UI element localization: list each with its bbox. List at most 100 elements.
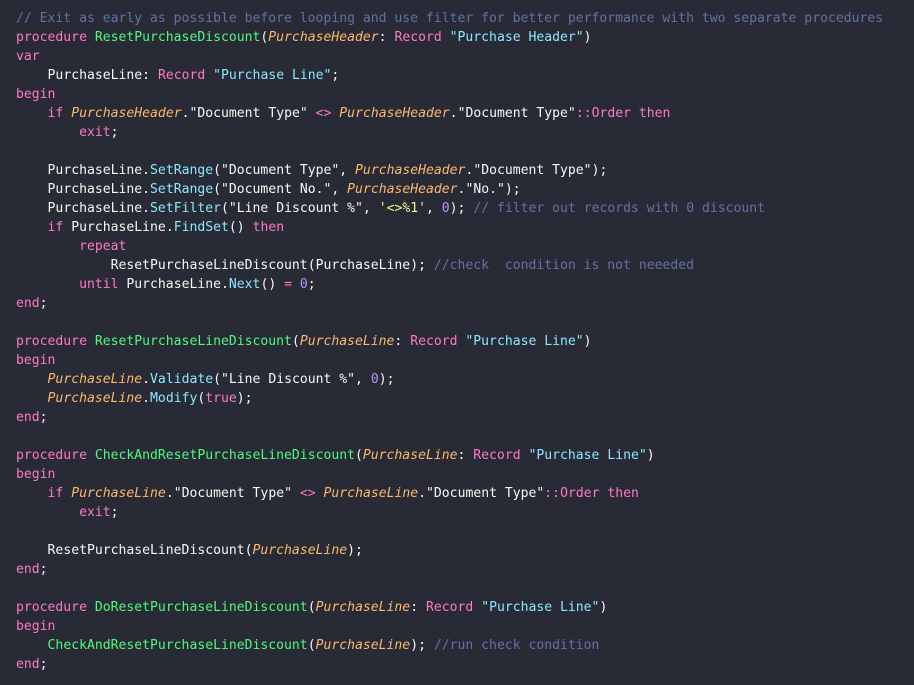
code-token-keyword: if — [47, 106, 64, 121]
code-line[interactable]: begin — [16, 85, 914, 104]
code-line[interactable] — [16, 313, 914, 332]
code-token-method: SetRange — [150, 163, 214, 178]
code-token-ident: PurchaseLine — [71, 220, 166, 235]
code-token-number: 0 — [299, 277, 308, 292]
code-token-punct: ) — [583, 334, 592, 349]
code-token-keyword: if — [47, 486, 64, 501]
code-token-method: SetFilter — [150, 201, 221, 216]
code-token-param: PurchaseHeader — [339, 106, 450, 121]
code-line[interactable]: exit; — [16, 503, 914, 522]
code-token-punct: , — [339, 163, 356, 178]
code-token-ident: PurchaseLine — [47, 163, 143, 178]
code-line[interactable]: var — [16, 47, 914, 66]
code-line[interactable]: PurchaseLine.SetFilter("Line Discount %"… — [16, 199, 914, 218]
code-line[interactable]: PurchaseLine.Validate("Line Discount %",… — [16, 370, 914, 389]
code-token-keyword: Record — [425, 600, 474, 615]
code-token-punct: ( — [291, 334, 300, 349]
code-token-comment: //run check condition — [433, 638, 600, 653]
code-token-operator: = — [284, 277, 292, 292]
code-token-keyword: Record — [394, 30, 442, 45]
code-token-punct: ) — [599, 600, 608, 615]
code-line[interactable]: ResetPurchaseLineDiscount(PurchaseLine);… — [16, 256, 914, 275]
code-line[interactable]: procedure DoResetPurchaseLineDiscount(Pu… — [16, 598, 914, 617]
code-token-method: FindSet — [173, 220, 229, 235]
code-token-punct: ); — [347, 543, 363, 558]
code-token-keyword: then — [607, 486, 639, 501]
code-line[interactable]: end; — [16, 655, 914, 674]
code-token-punct: ( — [307, 638, 316, 653]
code-line[interactable]: end; — [16, 560, 914, 579]
code-line[interactable] — [16, 579, 914, 598]
code-token-proc: DoResetPurchaseLineDiscount — [94, 600, 308, 615]
code-token-param: PurchaseHeader — [268, 30, 379, 45]
code-line[interactable]: begin — [16, 617, 914, 636]
code-line[interactable] — [16, 522, 914, 541]
code-token-ident: PurchaseLine — [47, 201, 143, 216]
code-line[interactable]: PurchaseLine.Modify(true); — [16, 389, 914, 408]
code-line[interactable]: if PurchaseLine.FindSet() then — [16, 218, 914, 237]
code-line[interactable]: if PurchaseLine."Document Type" <> Purch… — [16, 484, 914, 503]
code-token-operator: <> — [315, 106, 332, 121]
code-token-text: "Document Type" — [173, 486, 292, 501]
code-line[interactable]: PurchaseLine: Record "Purchase Line"; — [16, 66, 914, 85]
code-token-param: PurchaseLine — [47, 372, 143, 387]
code-token-ident: ResetPurchaseLineDiscount — [47, 543, 245, 558]
code-line[interactable]: end; — [16, 294, 914, 313]
code-token-punct: ); — [449, 201, 466, 216]
code-token-punct: : — [378, 30, 395, 45]
code-token-punct: ) — [646, 448, 655, 463]
code-token-punct: ); — [236, 391, 253, 406]
code-line[interactable]: procedure ResetPurchaseLineDiscount(Purc… — [16, 332, 914, 351]
code-token-text: "No." — [465, 182, 505, 197]
code-line[interactable]: repeat — [16, 237, 914, 256]
code-token-string2: '<>%1' — [378, 201, 426, 216]
code-line[interactable]: until PurchaseLine.Next() = 0; — [16, 275, 914, 294]
code-line[interactable] — [16, 142, 914, 161]
code-token-param: PurchaseLine — [47, 391, 143, 406]
code-token-punct: ); — [410, 638, 426, 653]
code-token-text: "Line Discount %" — [221, 372, 356, 387]
code-line[interactable]: if PurchaseHeader."Document Type" <> Pur… — [16, 104, 914, 123]
code-editor[interactable]: // Exit as early as possible before loop… — [0, 0, 914, 685]
code-line[interactable]: CheckAndResetPurchaseLineDiscount(Purcha… — [16, 636, 914, 655]
code-token-string: "Purchase Line" — [465, 334, 584, 349]
code-line[interactable]: procedure ResetPurchaseDiscount(Purchase… — [16, 28, 914, 47]
code-line[interactable]: end; — [16, 408, 914, 427]
code-token-ident: PurchaseLine — [315, 258, 411, 273]
code-token-punct: : — [410, 600, 426, 615]
code-line[interactable] — [16, 427, 914, 446]
code-line[interactable]: PurchaseLine.SetRange("Document No.", Pu… — [16, 180, 914, 199]
code-line[interactable]: procedure CheckAndResetPurchaseLineDisco… — [16, 446, 914, 465]
code-line[interactable]: PurchaseLine.SetRange("Document Type", P… — [16, 161, 914, 180]
code-token-keyword: Record — [410, 334, 458, 349]
code-line[interactable]: ResetPurchaseLineDiscount(PurchaseLine); — [16, 541, 914, 560]
code-token-punct: ( — [244, 543, 253, 558]
code-token-punct: ( — [213, 163, 222, 178]
code-token-keyword: Order — [591, 106, 632, 121]
code-token-keyword: exit — [79, 125, 111, 140]
code-token-keyword: end — [16, 657, 40, 672]
code-line[interactable]: begin — [16, 465, 914, 484]
code-line[interactable]: exit; — [16, 123, 914, 142]
code-line[interactable]: // Exit as early as possible before loop… — [16, 9, 914, 28]
code-token-keyword: exit — [79, 505, 111, 520]
code-token-proc: CheckAndResetPurchaseLineDiscount — [94, 448, 355, 463]
code-token-punct: . — [142, 201, 151, 216]
code-line[interactable]: begin — [16, 351, 914, 370]
code-token-text: "Document No." — [221, 182, 332, 197]
